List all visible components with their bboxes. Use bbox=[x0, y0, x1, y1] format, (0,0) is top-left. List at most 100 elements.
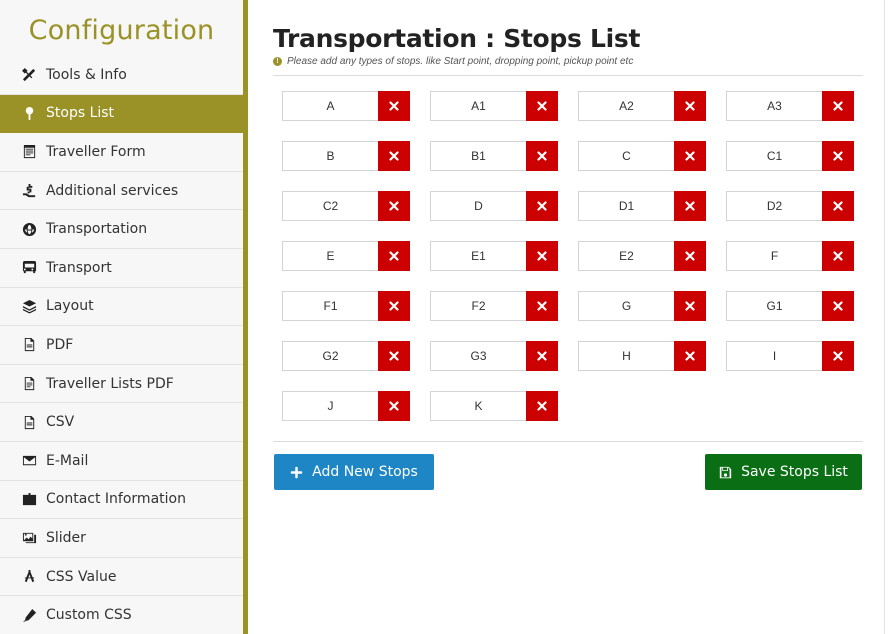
delete-stop-button[interactable] bbox=[526, 141, 558, 171]
sidebar-item-slider[interactable]: Slider bbox=[0, 519, 243, 558]
sidebar-item-csv[interactable]: CSV bbox=[0, 403, 243, 442]
delete-stop-button[interactable] bbox=[378, 241, 410, 271]
close-icon bbox=[833, 201, 843, 211]
sidebar-item-label: Traveller Form bbox=[46, 143, 146, 160]
delete-stop-button[interactable] bbox=[526, 341, 558, 371]
divider bbox=[273, 75, 863, 76]
file-icon bbox=[20, 375, 38, 393]
images-icon bbox=[20, 529, 38, 547]
delete-stop-button[interactable] bbox=[378, 91, 410, 121]
sidebar-item-tools-info[interactable]: Tools & Info bbox=[0, 56, 243, 95]
delete-stop-button[interactable] bbox=[378, 341, 410, 371]
sidebar: Configuration Tools & Info Stops List Trav… bbox=[0, 0, 248, 634]
delete-stop-button[interactable] bbox=[822, 141, 854, 171]
sidebar-item-label: Slider bbox=[46, 529, 86, 546]
stop-item bbox=[578, 341, 706, 371]
sidebar-item-custom-css[interactable]: Custom CSS bbox=[0, 596, 243, 634]
stop-name-input[interactable] bbox=[726, 91, 822, 121]
delete-stop-button[interactable] bbox=[674, 191, 706, 221]
stop-name-input[interactable] bbox=[430, 241, 526, 271]
sidebar-item-contact-information[interactable]: Contact Information bbox=[0, 481, 243, 520]
stop-name-input[interactable] bbox=[578, 291, 674, 321]
delete-stop-button[interactable] bbox=[822, 341, 854, 371]
save-button-label: Save Stops List bbox=[741, 464, 848, 480]
stop-item bbox=[430, 141, 558, 171]
delete-stop-button[interactable] bbox=[822, 241, 854, 271]
stop-name-input[interactable] bbox=[430, 391, 526, 421]
sidebar-item-additional-services[interactable]: Additional services bbox=[0, 172, 243, 211]
tools-icon bbox=[20, 66, 38, 84]
delete-stop-button[interactable] bbox=[526, 241, 558, 271]
delete-stop-button[interactable] bbox=[526, 291, 558, 321]
stop-item bbox=[578, 191, 706, 221]
delete-stop-button[interactable] bbox=[378, 191, 410, 221]
stop-name-input[interactable] bbox=[282, 91, 378, 121]
delete-stop-button[interactable] bbox=[674, 341, 706, 371]
stop-name-input[interactable] bbox=[430, 141, 526, 171]
stop-name-input[interactable] bbox=[282, 191, 378, 221]
stop-name-input[interactable] bbox=[430, 191, 526, 221]
delete-stop-button[interactable] bbox=[378, 391, 410, 421]
stop-name-input[interactable] bbox=[726, 341, 822, 371]
delete-stop-button[interactable] bbox=[378, 141, 410, 171]
close-icon bbox=[685, 301, 695, 311]
stop-name-input[interactable] bbox=[726, 191, 822, 221]
close-icon bbox=[537, 201, 547, 211]
sidebar-item-transportation[interactable]: Transportation bbox=[0, 210, 243, 249]
sidebar-item-traveller-lists-pdf[interactable]: Traveller Lists PDF bbox=[0, 365, 243, 404]
stop-name-input[interactable] bbox=[282, 241, 378, 271]
sidebar-item-transport[interactable]: Transport bbox=[0, 249, 243, 288]
sidebar-menu: Tools & Info Stops List Traveller Form Addi… bbox=[0, 56, 243, 634]
delete-stop-button[interactable] bbox=[674, 291, 706, 321]
sidebar-item-label: Transport bbox=[46, 259, 112, 276]
stop-name-input[interactable] bbox=[578, 91, 674, 121]
delete-stop-button[interactable] bbox=[526, 91, 558, 121]
stop-name-input[interactable] bbox=[578, 341, 674, 371]
stop-name-input[interactable] bbox=[430, 91, 526, 121]
sidebar-item-traveller-form[interactable]: Traveller Form bbox=[0, 133, 243, 172]
add-button-label: Add New Stops bbox=[312, 464, 418, 480]
stop-name-input[interactable] bbox=[282, 291, 378, 321]
save-stops-list-button[interactable]: Save Stops List bbox=[705, 454, 862, 490]
stop-name-input[interactable] bbox=[726, 241, 822, 271]
stop-name-input[interactable] bbox=[578, 241, 674, 271]
delete-stop-button[interactable] bbox=[674, 141, 706, 171]
stop-name-input[interactable] bbox=[726, 141, 822, 171]
close-icon bbox=[537, 101, 547, 111]
stop-name-input[interactable] bbox=[578, 191, 674, 221]
stop-name-input[interactable] bbox=[282, 391, 378, 421]
sidebar-item-css-value[interactable]: CSS Value bbox=[0, 558, 243, 597]
delete-stop-button[interactable] bbox=[526, 391, 558, 421]
stops-grid bbox=[282, 91, 854, 421]
sidebar-item-layout[interactable]: Layout bbox=[0, 288, 243, 327]
stop-item bbox=[430, 91, 558, 121]
sidebar-item-label: Tools & Info bbox=[46, 66, 127, 83]
close-icon bbox=[389, 351, 399, 361]
subtitle-text: Please add any types of stops. like Star… bbox=[287, 56, 634, 67]
delete-stop-button[interactable] bbox=[674, 241, 706, 271]
sidebar-item-label: CSS Value bbox=[46, 568, 117, 585]
sidebar-item-pdf[interactable]: PDF bbox=[0, 326, 243, 365]
form-icon bbox=[20, 143, 38, 161]
add-new-stops-button[interactable]: Add New Stops bbox=[274, 454, 434, 490]
pdf-icon bbox=[20, 336, 38, 354]
sidebar-title: Configuration bbox=[28, 14, 215, 46]
sidebar-item-e-mail[interactable]: E-Mail bbox=[0, 442, 243, 481]
delete-stop-button[interactable] bbox=[526, 191, 558, 221]
stop-name-input[interactable] bbox=[430, 291, 526, 321]
stop-name-input[interactable] bbox=[430, 341, 526, 371]
delete-stop-button[interactable] bbox=[822, 291, 854, 321]
close-icon bbox=[685, 101, 695, 111]
delete-stop-button[interactable] bbox=[674, 91, 706, 121]
stop-name-input[interactable] bbox=[282, 341, 378, 371]
stop-name-input[interactable] bbox=[282, 141, 378, 171]
delete-stop-button[interactable] bbox=[822, 91, 854, 121]
sidebar-item-stops-list[interactable]: Stops List bbox=[0, 94, 243, 134]
delete-stop-button[interactable] bbox=[822, 191, 854, 221]
sidebar-item-label: Custom CSS bbox=[46, 607, 132, 624]
stop-item bbox=[726, 141, 854, 171]
stop-name-input[interactable] bbox=[578, 141, 674, 171]
close-icon bbox=[537, 301, 547, 311]
stop-name-input[interactable] bbox=[726, 291, 822, 321]
delete-stop-button[interactable] bbox=[378, 291, 410, 321]
